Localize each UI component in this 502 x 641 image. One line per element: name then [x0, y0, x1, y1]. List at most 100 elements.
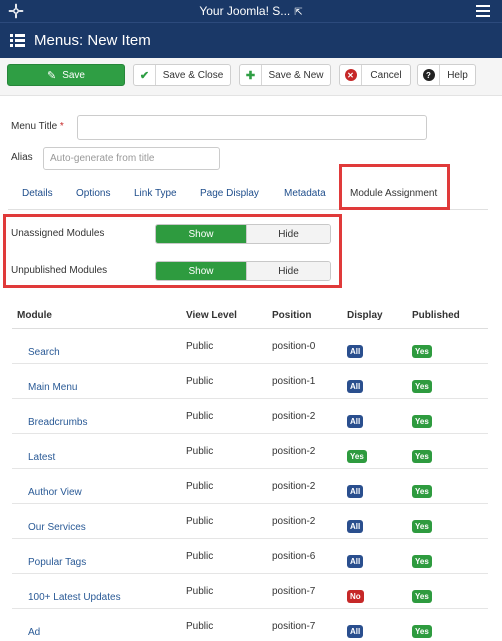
position-cell: position-7 [272, 621, 316, 632]
tab-highlight-box [339, 164, 450, 210]
hamburger-icon[interactable] [476, 5, 490, 17]
display-cell: All [347, 345, 364, 358]
view-level-cell: Public [186, 446, 214, 457]
display-badge: All [347, 380, 364, 393]
column-header-view-level: View Level [186, 310, 237, 321]
position-cell: position-6 [272, 551, 316, 562]
column-header-display: Display [347, 310, 383, 321]
save-close-button-label: Save & Close [162, 69, 224, 81]
position-cell: position-7 [272, 586, 316, 597]
display-badge: All [347, 345, 364, 358]
plus-icon: ✚ [240, 65, 262, 85]
published-badge: Yes [412, 625, 432, 638]
tab-page-display[interactable]: Page Display [200, 188, 259, 199]
published-badge: Yes [412, 415, 432, 428]
position-cell: position-0 [272, 341, 316, 352]
save-new-button[interactable]: ✚ Save & New [239, 64, 331, 86]
save-new-button-label: Save & New [268, 69, 324, 81]
module-name-link[interactable]: Our Services [28, 522, 86, 533]
table-row: Latest Public position-2 Yes Yes [12, 434, 488, 469]
view-level-cell: Public [186, 481, 214, 492]
display-cell: No [347, 590, 364, 603]
position-cell: position-2 [272, 446, 316, 457]
view-level-cell: Public [186, 586, 214, 597]
module-name-link[interactable]: Popular Tags [28, 557, 86, 568]
table-row: Search Public position-0 All Yes [12, 329, 488, 364]
view-level-cell: Public [186, 551, 214, 562]
menu-title-label: Menu Title * [11, 121, 64, 132]
table-row: Ad Public position-7 All Yes [12, 609, 488, 641]
tab-link-type[interactable]: Link Type [134, 188, 177, 199]
page-title: Menus: New Item [34, 32, 151, 49]
published-cell: Yes [412, 380, 432, 393]
published-badge: Yes [412, 345, 432, 358]
module-name-link[interactable]: Ad [28, 627, 40, 638]
required-marker: * [59, 121, 64, 132]
published-badge: Yes [412, 380, 432, 393]
table-row: Author View Public position-2 All Yes [12, 469, 488, 504]
view-level-cell: Public [186, 621, 214, 632]
site-title-text: Your Joomla! S... [199, 4, 291, 18]
display-cell: All [347, 520, 364, 533]
published-cell: Yes [412, 485, 432, 498]
filters-highlight-box [3, 214, 342, 288]
position-cell: position-2 [272, 481, 316, 492]
column-header-module: Module [17, 310, 52, 321]
module-name-link[interactable]: Latest [28, 452, 55, 463]
save-close-button[interactable]: ✔ Save & Close [133, 64, 231, 86]
display-cell: All [347, 625, 364, 638]
display-badge: All [347, 485, 364, 498]
display-badge: All [347, 415, 364, 428]
view-level-cell: Public [186, 516, 214, 527]
display-badge: All [347, 520, 364, 533]
check-icon: ✔ [134, 65, 156, 85]
module-name-link[interactable]: Author View [28, 487, 82, 498]
cancel-button-label: Cancel [370, 69, 402, 81]
table-row: Popular Tags Public position-6 All Yes [12, 539, 488, 574]
published-cell: Yes [412, 520, 432, 533]
page-header: Menus: New Item [0, 22, 502, 58]
view-level-cell: Public [186, 341, 214, 352]
display-cell: All [347, 555, 364, 568]
tab-details[interactable]: Details [22, 188, 53, 199]
table-row: Breadcrumbs Public position-2 All Yes [12, 399, 488, 434]
table-row: 100+ Latest Updates Public position-7 No Yes [12, 574, 488, 609]
tab-options[interactable]: Options [76, 188, 110, 199]
published-cell: Yes [412, 345, 432, 358]
display-cell: All [347, 415, 364, 428]
toolbar: ✎ Save ✔ Save & Close ✚ Save & New ✕ Can… [0, 58, 502, 96]
table-row: Main Menu Public position-1 All Yes [12, 364, 488, 399]
list-icon [10, 34, 25, 47]
table-row: Our Services Public position-2 All Yes [12, 504, 488, 539]
display-cell: All [347, 485, 364, 498]
menu-title-label-text: Menu Title [11, 121, 58, 132]
module-name-link[interactable]: Search [28, 347, 60, 358]
published-badge: Yes [412, 485, 432, 498]
site-title-link[interactable]: Your Joomla! S... ⇱ [0, 4, 502, 18]
save-button-label: Save [62, 69, 85, 81]
help-button[interactable]: ? Help [417, 64, 476, 86]
alias-label: Alias [11, 152, 33, 163]
published-cell: Yes [412, 625, 432, 638]
published-cell: Yes [412, 590, 432, 603]
module-name-link[interactable]: 100+ Latest Updates [28, 592, 121, 603]
published-badge: Yes [412, 520, 432, 533]
display-cell: All [347, 380, 364, 393]
question-icon-wrap: ? [418, 65, 440, 85]
published-cell: Yes [412, 555, 432, 568]
module-name-link[interactable]: Main Menu [28, 382, 77, 393]
view-level-cell: Public [186, 376, 214, 387]
save-button[interactable]: ✎ Save [7, 64, 125, 86]
top-bar: Your Joomla! S... ⇱ [0, 0, 502, 22]
edit-icon: ✎ [46, 69, 57, 82]
module-name-link[interactable]: Breadcrumbs [28, 417, 87, 428]
view-level-cell: Public [186, 411, 214, 422]
cancel-button[interactable]: ✕ Cancel [339, 64, 411, 86]
position-cell: position-2 [272, 516, 316, 527]
display-cell: Yes [347, 450, 367, 463]
menu-title-input[interactable] [77, 115, 427, 140]
cancel-icon-wrap: ✕ [340, 65, 362, 85]
tab-metadata[interactable]: Metadata [284, 188, 326, 199]
alias-input[interactable]: Auto-generate from title [43, 147, 220, 170]
display-badge: All [347, 625, 364, 638]
